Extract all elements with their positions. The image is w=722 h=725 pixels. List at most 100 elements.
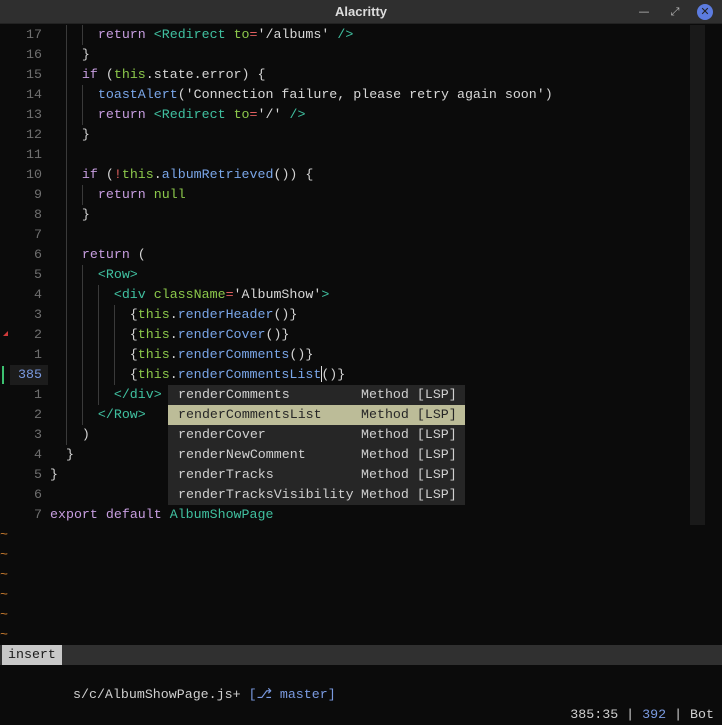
code-text: return <Redirect to='/albums' /> — [50, 25, 353, 45]
minimize-button[interactable]: — — [636, 4, 652, 20]
code-text: <div className='AlbumShow'> — [50, 285, 329, 305]
code-line[interactable]: 7 export default AlbumShowPage — [0, 505, 722, 525]
line-number: 6 — [34, 247, 42, 262]
code-line[interactable]: 4 <div className='AlbumShow'> — [0, 285, 722, 305]
token: ( — [177, 87, 186, 102]
token: ()} — [289, 347, 314, 362]
code-text: return null — [50, 185, 186, 205]
code-line[interactable]: 13 return <Redirect to='/' /> — [0, 105, 722, 125]
code-line[interactable]: 9 return null — [0, 185, 722, 205]
total-lines: 392 — [642, 707, 667, 722]
line-number: 5 — [34, 267, 42, 282]
line-number: 13 — [26, 107, 42, 122]
line-number: 3 — [34, 307, 42, 322]
empty-line: ~ — [0, 605, 722, 625]
token: to — [225, 27, 250, 42]
token: export — [50, 507, 98, 522]
code-line[interactable]: 11 — [0, 145, 722, 165]
code-line[interactable]: 12 } — [0, 125, 722, 145]
token: ()} — [265, 327, 290, 342]
completion-item[interactable]: renderCover Method [LSP] — [168, 425, 465, 445]
maximize-button[interactable]: ⤢ — [667, 4, 683, 20]
token: renderCommentsList — [177, 367, 322, 382]
token: this — [137, 307, 170, 322]
code-line[interactable]: 14 toastAlert('Connection failure, pleas… — [0, 85, 722, 105]
token: . — [169, 367, 178, 382]
line-number: 8 — [34, 207, 42, 222]
code-text: </Row> — [50, 405, 146, 425]
current-line[interactable]: 385 {this.renderCommentsList()} — [0, 365, 722, 385]
separator: | — [666, 707, 691, 722]
code-line[interactable]: 17 return <Redirect to='/albums' /> — [0, 25, 722, 45]
code-line[interactable]: 2 {this.renderCover()} — [0, 325, 722, 345]
token: <Redirect — [153, 107, 226, 122]
completion-name: renderCover — [178, 427, 266, 442]
code-line[interactable]: 1 {this.renderComments()} — [0, 345, 722, 365]
separator: | — [618, 707, 643, 722]
token: } — [50, 207, 90, 222]
line-number: 6 — [34, 487, 42, 502]
close-button[interactable]: ✕ — [697, 4, 713, 20]
scrollbar[interactable] — [690, 25, 705, 525]
token: to — [225, 107, 250, 122]
code-text: if (!this.albumRetrieved()) { — [50, 165, 313, 185]
code-line[interactable]: 16 } — [0, 45, 722, 65]
code-line[interactable]: 15 if (this.state.error) { — [0, 65, 722, 85]
code-text: {this.renderComments()} — [50, 345, 314, 365]
code-line[interactable]: 7 — [0, 225, 722, 245]
completion-item[interactable]: renderTracks Method [LSP] — [168, 465, 465, 485]
token: { — [50, 327, 138, 342]
token: this — [137, 347, 170, 362]
code-line[interactable]: 8 } — [0, 205, 722, 225]
token: return — [81, 247, 130, 262]
code-editor[interactable]: 17 return <Redirect to='/albums' /> 16 } 1… — [0, 25, 722, 645]
git-added-sign — [2, 366, 4, 384]
token: ()} — [321, 367, 346, 382]
completion-item[interactable]: renderNewComment Method [LSP] — [168, 445, 465, 465]
token: /> — [329, 27, 354, 42]
token: </Row> — [97, 407, 146, 422]
code-text: } — [50, 445, 74, 465]
line-number: 7 — [34, 507, 42, 522]
end-of-buffer-marker: ~ — [0, 627, 8, 642]
token: . — [169, 347, 178, 362]
indent-guide — [66, 145, 67, 165]
code-text: if (this.state.error) { — [50, 65, 266, 85]
completion-name: renderComments — [178, 387, 290, 402]
completion-name: renderNewComment — [178, 447, 306, 462]
token: AlbumShowPage — [169, 507, 274, 522]
code-line[interactable]: 3 {this.renderHeader()} — [0, 305, 722, 325]
token: . — [169, 327, 178, 342]
token: ( — [97, 67, 114, 82]
completion-kind: Method [LSP] — [361, 407, 457, 422]
token: this — [137, 367, 170, 382]
code-line[interactable]: 6 return ( — [0, 245, 722, 265]
token: > — [321, 287, 330, 302]
empty-line: ~ — [0, 565, 722, 585]
status-line: insert s/c/AlbumShowPage.js+ [⎇ master] … — [0, 645, 722, 722]
completion-item[interactable]: renderTracksVisibility Method [LSP] — [168, 485, 465, 505]
completion-item[interactable]: renderCommentsList Method [LSP] — [168, 405, 465, 425]
token: = — [225, 287, 234, 302]
code-line[interactable]: 10 if (!this.albumRetrieved()) { — [0, 165, 722, 185]
token: </div> — [113, 387, 162, 402]
token: ()) { — [273, 167, 314, 182]
window-title: Alacritty — [334, 4, 388, 19]
token: . — [153, 167, 162, 182]
code-line[interactable]: 5 <Row> — [0, 265, 722, 285]
completion-popup[interactable]: renderComments Method [LSP] renderComments… — [168, 385, 465, 505]
token: } — [50, 447, 74, 462]
empty-line: ~ — [0, 545, 722, 565]
completion-item[interactable]: renderComments Method [LSP] — [168, 385, 465, 405]
code-text: <Row> — [50, 265, 138, 285]
token: { — [50, 307, 138, 322]
token: { — [50, 347, 138, 362]
token: this — [113, 67, 146, 82]
